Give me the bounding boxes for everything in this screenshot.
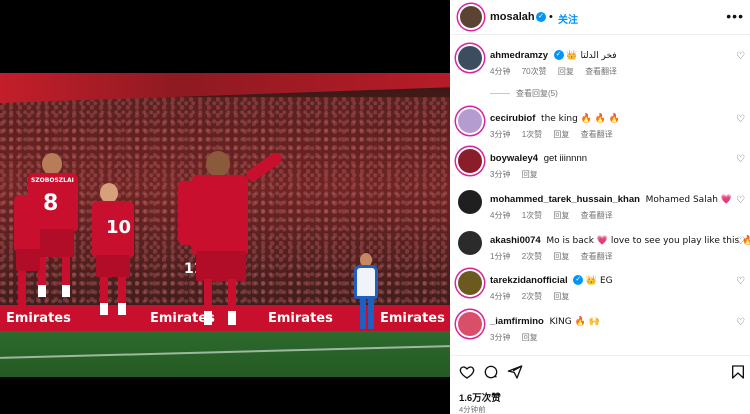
post-actions: 1.6万次赞 4分钟前 (450, 355, 750, 414)
comment-text: KING 🔥 🙌 (549, 317, 600, 327)
heart-icon[interactable]: ♡ (736, 237, 746, 247)
commenter-username[interactable]: _iamfirmino (490, 316, 544, 327)
commenter-avatar[interactable] (458, 231, 482, 255)
post-header: mosalah ✓ • 关注 ••• (450, 0, 750, 35)
translate-button[interactable]: 查看翻译 (581, 211, 613, 220)
author-avatar[interactable] (460, 6, 482, 28)
commenter-username[interactable]: mohammed_tarek_hussain_khan (490, 194, 640, 205)
comment-text: the king 🔥 🔥 🔥 (541, 114, 621, 124)
reply-button[interactable]: 回复 (553, 211, 569, 220)
heart-icon[interactable]: ♡ (736, 115, 746, 125)
reply-button[interactable]: 回复 (522, 170, 538, 179)
comment-likes[interactable]: 1次赞 (522, 211, 542, 220)
board-text: Emirates (380, 311, 445, 326)
translate-button[interactable]: 查看翻译 (581, 130, 613, 139)
comment-text: 👑 فخر الدلتا (566, 51, 617, 61)
view-replies-button[interactable]: 查看回复(5) (490, 88, 558, 99)
player-name: SZOBOSZLAI (31, 177, 74, 184)
commenter-username[interactable]: akashi0074 (490, 235, 541, 246)
comment-icon[interactable] (483, 364, 499, 380)
verified-icon: ✓ (553, 50, 564, 61)
reply-button[interactable]: 回复 (553, 130, 569, 139)
comment-likes[interactable]: 1次赞 (522, 130, 542, 139)
comment-likes[interactable]: 70次赞 (522, 67, 547, 76)
comments-list: ahmedramzy ✓ 👑 فخر الدلتا 4分钟 70次赞 回复 查看… (450, 35, 750, 355)
comment-time: 3分钟 (490, 333, 511, 342)
comment-likes[interactable]: 2次赞 (522, 252, 542, 261)
commenter-username[interactable]: cecirubiof (490, 113, 535, 124)
reply-button[interactable]: 回复 (553, 252, 569, 261)
commenter-avatar[interactable] (458, 271, 482, 295)
comment-text: get iiinnnn (543, 153, 588, 164)
commenter-avatar[interactable] (458, 190, 482, 214)
reply-button[interactable]: 回复 (558, 67, 574, 76)
translate-button[interactable]: 查看翻译 (581, 252, 613, 261)
commenter-username[interactable]: boywaley4 (490, 153, 538, 164)
separator-dot: • (549, 11, 553, 23)
comment-time: 4分钟 (490, 292, 511, 301)
comment-text: Mo is back 💗 love to see you play like t… (546, 236, 750, 246)
heart-icon[interactable]: ♡ (736, 155, 746, 165)
board-text: Emirates (268, 311, 333, 326)
commenter-username[interactable]: tarekzidanofficial (490, 275, 568, 286)
heart-icon[interactable]: ♡ (736, 196, 746, 206)
comment-likes[interactable]: 2次赞 (522, 292, 542, 301)
commenter-avatar[interactable] (458, 149, 482, 173)
likes-count[interactable]: 1.6万次赞 (459, 390, 501, 404)
author-username[interactable]: mosalah (490, 11, 535, 23)
post-photo[interactable]: Emirates Emirates Emirates Emirates 8 SZ… (0, 73, 450, 377)
board-text: Emirates (6, 311, 71, 326)
reply-button[interactable]: 回复 (553, 292, 569, 301)
comment-time: 4分钟 (490, 211, 511, 220)
comment-text: Mohamed Salah 💗 (645, 195, 732, 205)
heart-icon[interactable] (459, 364, 475, 380)
advertising-board: Emirates Emirates Emirates Emirates (0, 305, 450, 331)
verified-icon: ✓ (536, 12, 546, 22)
follow-button[interactable]: 关注 (558, 11, 578, 26)
heart-icon[interactable]: ♡ (736, 52, 746, 62)
reply-button[interactable]: 回复 (522, 333, 538, 342)
player-number: 10 (106, 217, 132, 238)
post-time: 4分钟前 (459, 405, 486, 414)
post-panel: mosalah ✓ • 关注 ••• ahmedramzy ✓ 👑 فخر ال… (450, 0, 750, 414)
comment-time: 4分钟 (490, 67, 511, 76)
comment-text: 👑 EG (585, 276, 613, 286)
comment-time: 3分钟 (490, 170, 511, 179)
player-number: 8 (43, 191, 59, 216)
verified-icon: ✓ (573, 275, 584, 286)
photo-pane: Emirates Emirates Emirates Emirates 8 SZ… (0, 0, 450, 414)
heart-icon[interactable]: ♡ (736, 277, 746, 287)
bookmark-icon[interactable] (730, 364, 746, 380)
commenter-avatar[interactable] (458, 312, 482, 336)
translate-button[interactable]: 查看翻译 (585, 67, 617, 76)
commenter-username[interactable]: ahmedramzy (490, 50, 548, 61)
commenter-avatar[interactable] (458, 109, 482, 133)
share-icon[interactable] (507, 364, 523, 380)
heart-icon[interactable]: ♡ (736, 318, 746, 328)
comment-time: 3分钟 (490, 130, 511, 139)
comment-time: 1分钟 (490, 252, 511, 261)
commenter-avatar[interactable] (458, 46, 482, 70)
more-options-icon[interactable]: ••• (726, 8, 744, 24)
